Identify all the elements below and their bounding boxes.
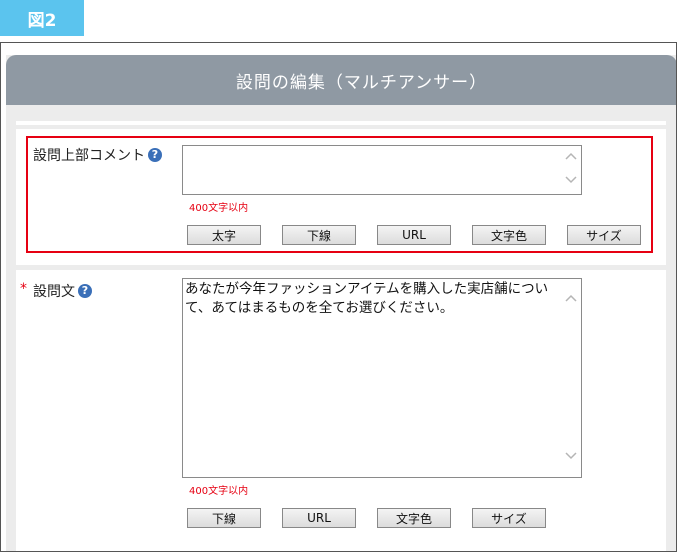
scroll-up-icon[interactable] [565, 294, 577, 304]
help-icon[interactable]: ? [148, 148, 162, 162]
text-color-button[interactable]: 文字色 [377, 508, 451, 528]
url-button[interactable]: URL [377, 225, 451, 245]
help-icon[interactable]: ? [78, 284, 92, 298]
scroll-up-icon[interactable] [565, 152, 577, 162]
text-color-button[interactable]: 文字色 [472, 225, 546, 245]
top-comment-label: 設問上部コメント [33, 148, 145, 164]
required-mark: * [20, 281, 27, 297]
panel-header: 設問の編集（マルチアンサー） [6, 55, 676, 105]
url-button[interactable]: URL [282, 508, 356, 528]
page-title: 設問の編集（マルチアンサー） [235, 72, 488, 93]
size-button[interactable]: サイズ [472, 508, 546, 528]
size-button[interactable]: サイズ [567, 225, 641, 245]
question-text-label: 設問文 [33, 284, 75, 300]
top-comment-label-row: 設問上部コメント ? [33, 145, 162, 165]
scroll-down-icon[interactable] [565, 176, 577, 186]
scroll-down-icon[interactable] [565, 452, 577, 462]
char-limit-note: 400文字以内 [189, 486, 249, 497]
question-text-textarea[interactable]: あなたが今年ファッションアイテムを購入した実店舗について、あてはまるものを全てお… [182, 278, 582, 478]
bold-button[interactable]: 太字 [187, 225, 261, 245]
question-text-label-row: 設問文 ? [33, 281, 92, 301]
top-comment-textarea[interactable] [182, 145, 582, 195]
figure-label: 図2 [0, 0, 84, 36]
char-limit-note: 400文字以内 [189, 203, 249, 214]
divider [16, 121, 666, 125]
underline-button[interactable]: 下線 [187, 508, 261, 528]
underline-button[interactable]: 下線 [282, 225, 356, 245]
